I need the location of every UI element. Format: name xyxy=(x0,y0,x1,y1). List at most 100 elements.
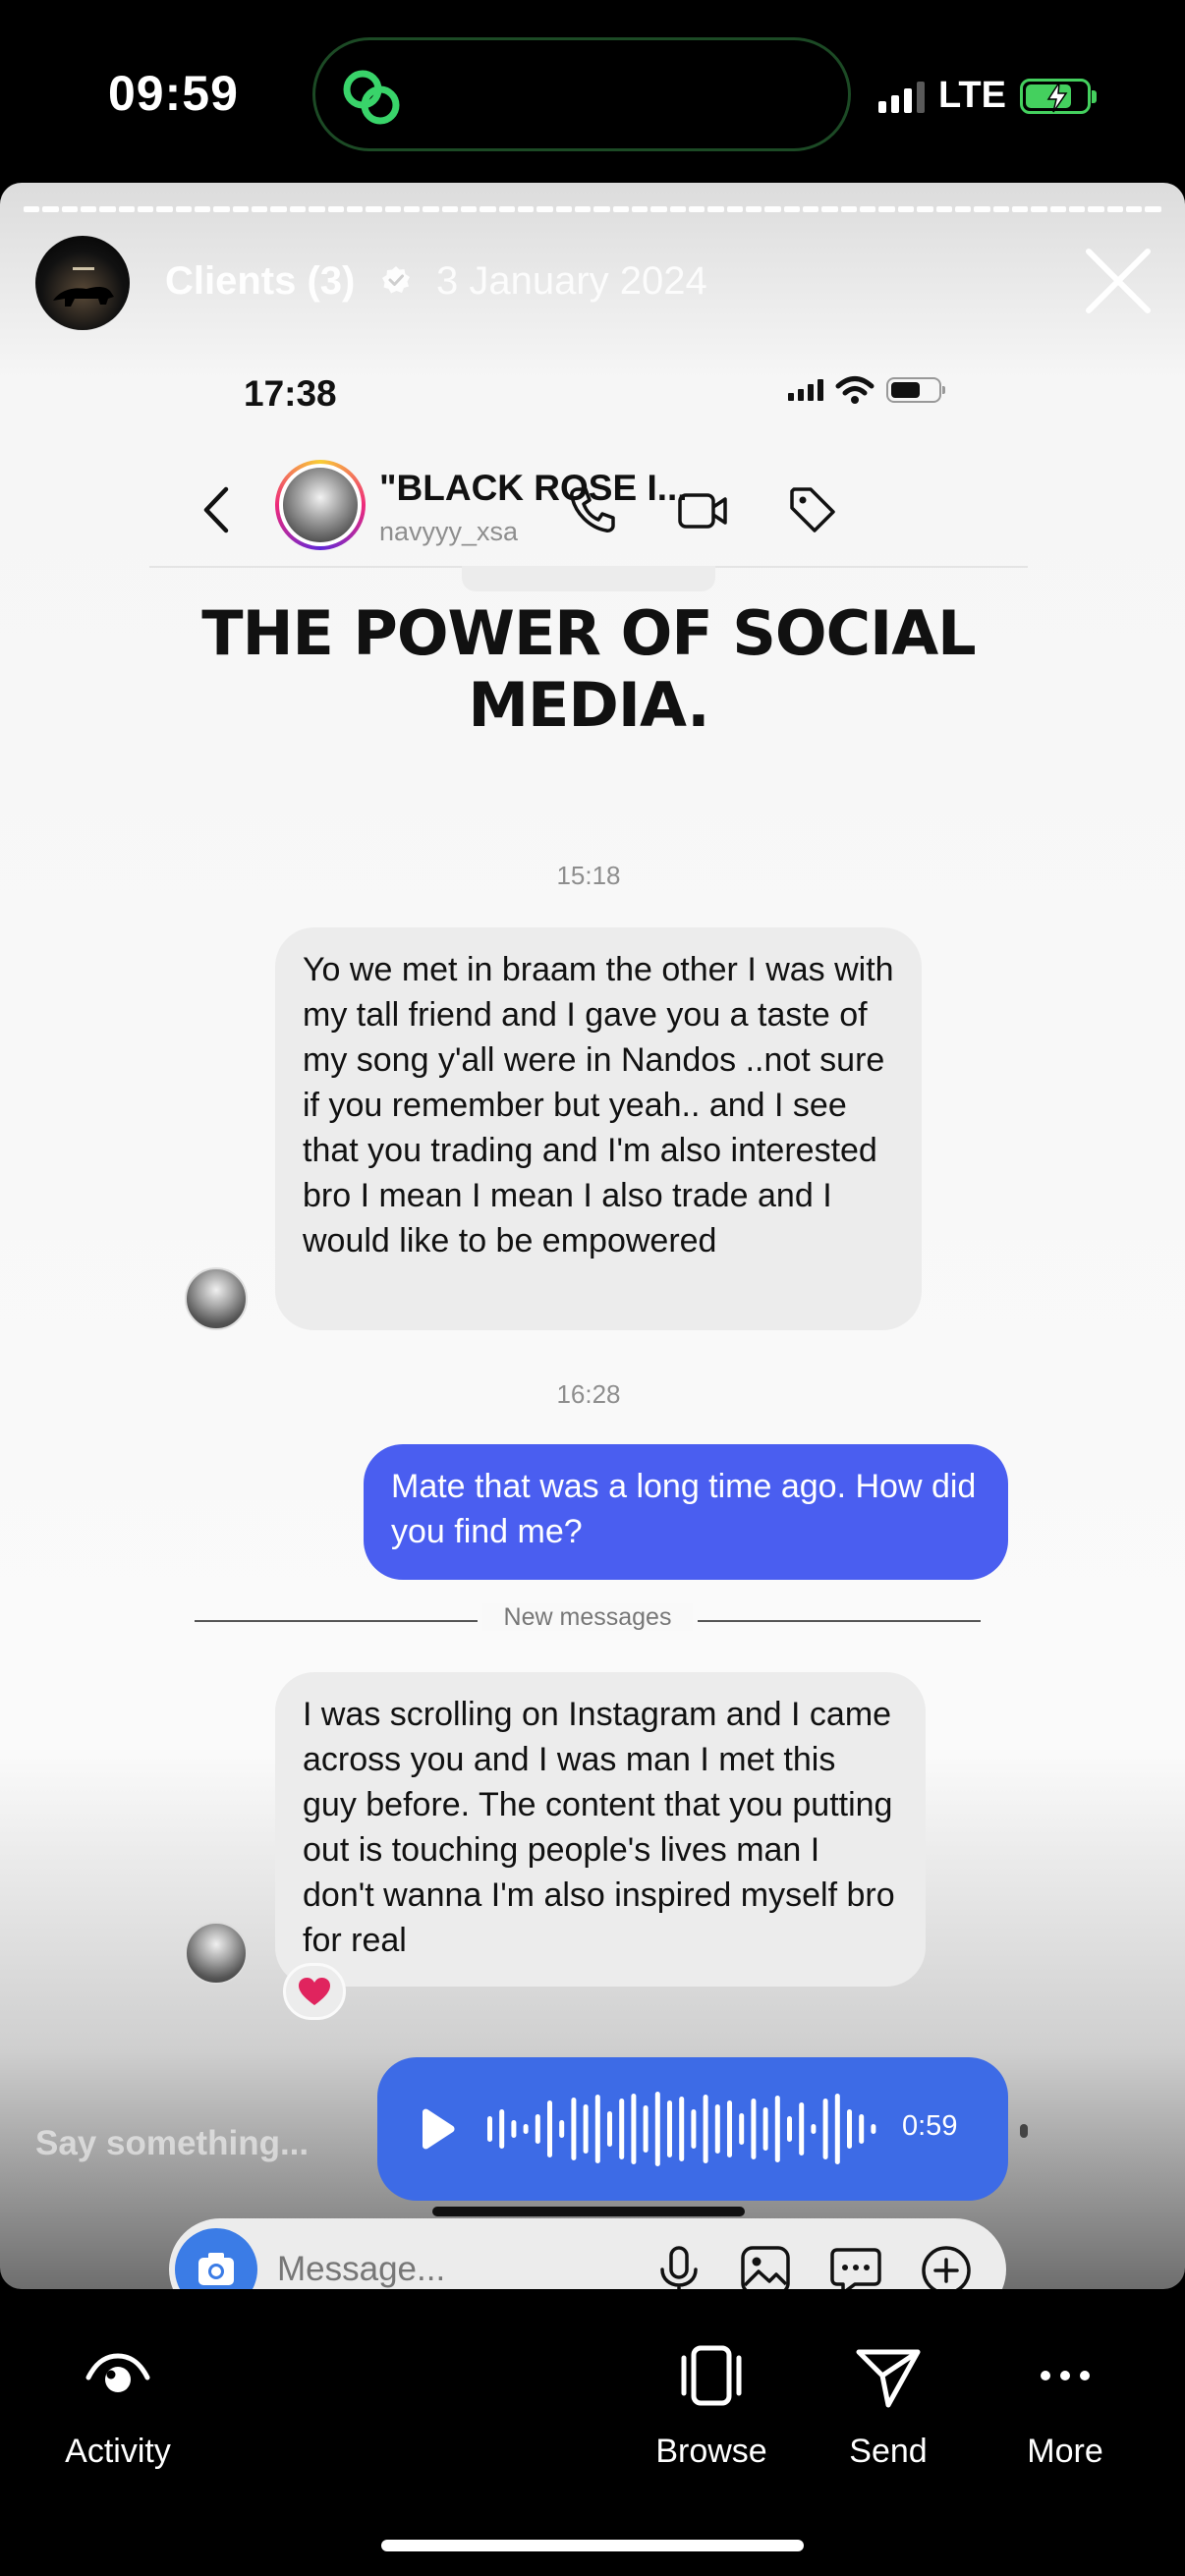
play-icon[interactable] xyxy=(415,2106,458,2152)
audio-waveform[interactable] xyxy=(483,2083,886,2175)
send-icon xyxy=(856,2349,921,2408)
progress-segment xyxy=(707,206,724,212)
timestamp: 15:18 xyxy=(556,861,621,890)
more-label: More xyxy=(1027,2433,1103,2470)
voice-duration: 0:59 xyxy=(902,2110,958,2142)
progress-segment xyxy=(423,206,439,212)
verified-badge-icon xyxy=(382,266,410,294)
progress-segment xyxy=(803,206,819,212)
camera-button[interactable] xyxy=(175,2228,257,2289)
link-rings-icon xyxy=(343,70,400,125)
dm-header: "BLACK ROSE I... navyyy_xsa xyxy=(149,446,1028,568)
progress-segment xyxy=(935,206,952,212)
story-title: Clients (3) xyxy=(165,259,356,303)
progress-segment xyxy=(81,206,97,212)
progress-segment xyxy=(612,206,629,212)
activity-button[interactable]: Activity xyxy=(29,2336,206,2471)
microphone-icon[interactable] xyxy=(650,2242,707,2289)
progress-segment xyxy=(1011,206,1029,212)
browse-button[interactable]: Browse xyxy=(623,2336,800,2471)
contact-avatar[interactable] xyxy=(275,460,366,550)
divider-label: New messages xyxy=(481,1603,694,1631)
progress-segment xyxy=(252,206,268,212)
battery-charging-icon xyxy=(1019,78,1097,114)
waveform-bar xyxy=(859,2114,865,2144)
incoming-message[interactable]: Yo we met in braam the other I was with … xyxy=(275,927,922,1330)
progress-segment xyxy=(746,206,762,212)
progress-segment xyxy=(384,206,401,212)
gallery-icon[interactable] xyxy=(737,2242,794,2289)
progress-segment xyxy=(460,206,478,212)
outgoing-message[interactable]: Mate that was a long time ago. How did y… xyxy=(364,1444,1008,1580)
waveform-bar xyxy=(847,2109,852,2149)
progress-segment xyxy=(346,206,364,212)
progress-segment xyxy=(555,206,572,212)
battery-icon xyxy=(886,377,945,403)
progress-segment xyxy=(327,206,344,212)
sender-avatar[interactable] xyxy=(185,1267,248,1330)
sticker-chat-icon[interactable] xyxy=(827,2242,884,2289)
waveform-bar xyxy=(679,2097,685,2161)
waveform-bar xyxy=(774,2096,780,2162)
progress-segment xyxy=(498,206,515,212)
progress-segment xyxy=(289,206,307,212)
story-reply-input[interactable]: Say something... xyxy=(35,2124,309,2163)
progress-segment xyxy=(517,206,535,212)
screenshot-clock: 17:38 xyxy=(244,373,337,414)
waveform-bar xyxy=(727,2100,732,2157)
dynamic-island[interactable] xyxy=(312,37,851,151)
progress-segment xyxy=(974,206,990,212)
bull-logo-icon xyxy=(53,267,114,307)
progress-segment xyxy=(61,206,79,212)
progress-segment xyxy=(99,206,116,212)
story-card[interactable]: Clients (3) 3 January 2024 17:38 "BLACK … xyxy=(0,183,1185,2289)
sender-avatar[interactable] xyxy=(185,1922,248,1985)
new-messages-divider: New messages xyxy=(195,1603,981,1639)
message-input[interactable] xyxy=(277,2250,611,2289)
send-button[interactable]: Send xyxy=(800,2336,977,2471)
waveform-bar xyxy=(499,2109,505,2149)
home-indicator xyxy=(381,2540,804,2551)
incoming-message[interactable]: I was scrolling on Instagram and I came … xyxy=(275,1672,926,1987)
os-status-bar: 09:59 LTE xyxy=(0,0,1185,187)
waveform-bar xyxy=(714,2104,720,2154)
contact-handle: navyyy_xsa xyxy=(379,517,519,546)
progress-segment xyxy=(992,206,1009,212)
progress-segment xyxy=(441,206,458,212)
progress-segment xyxy=(1068,206,1086,212)
contact-name[interactable]: "BLACK ROSE I... xyxy=(379,468,688,509)
more-button[interactable]: More xyxy=(977,2336,1154,2471)
story-avatar[interactable] xyxy=(35,236,130,330)
voice-message[interactable]: 0:59 xyxy=(377,2057,1008,2201)
progress-segment xyxy=(270,206,287,212)
close-icon[interactable] xyxy=(1081,244,1156,318)
progress-segment xyxy=(480,206,496,212)
story-date: 3 January 2024 xyxy=(436,259,707,303)
plus-circle-icon[interactable] xyxy=(918,2242,975,2289)
progress-segment xyxy=(860,206,876,212)
progress-segment xyxy=(309,206,325,212)
progress-segment xyxy=(574,206,592,212)
waveform-bar xyxy=(787,2116,792,2142)
waveform-bar xyxy=(535,2114,540,2144)
progress-segment xyxy=(764,206,781,212)
video-call-icon[interactable] xyxy=(674,481,731,538)
waveform-bar xyxy=(511,2120,517,2138)
progress-segment xyxy=(195,206,211,212)
network-type: LTE xyxy=(938,75,1006,116)
heart-reaction[interactable] xyxy=(283,1963,346,2020)
progress-segment xyxy=(954,206,972,212)
os-clock: 09:59 xyxy=(108,66,239,121)
progress-segment xyxy=(1088,206,1104,212)
progress-segment xyxy=(917,206,933,212)
progress-segment xyxy=(24,206,40,212)
waveform-bar xyxy=(571,2098,577,2160)
heart-icon xyxy=(299,1978,330,2005)
progress-segment xyxy=(689,206,705,212)
tag-icon[interactable] xyxy=(784,481,841,538)
waveform-bar xyxy=(822,2099,828,2159)
progress-segment xyxy=(593,206,610,212)
phone-call-icon[interactable] xyxy=(564,481,621,538)
progress-segment xyxy=(213,206,230,212)
back-chevron-icon[interactable] xyxy=(197,485,236,534)
